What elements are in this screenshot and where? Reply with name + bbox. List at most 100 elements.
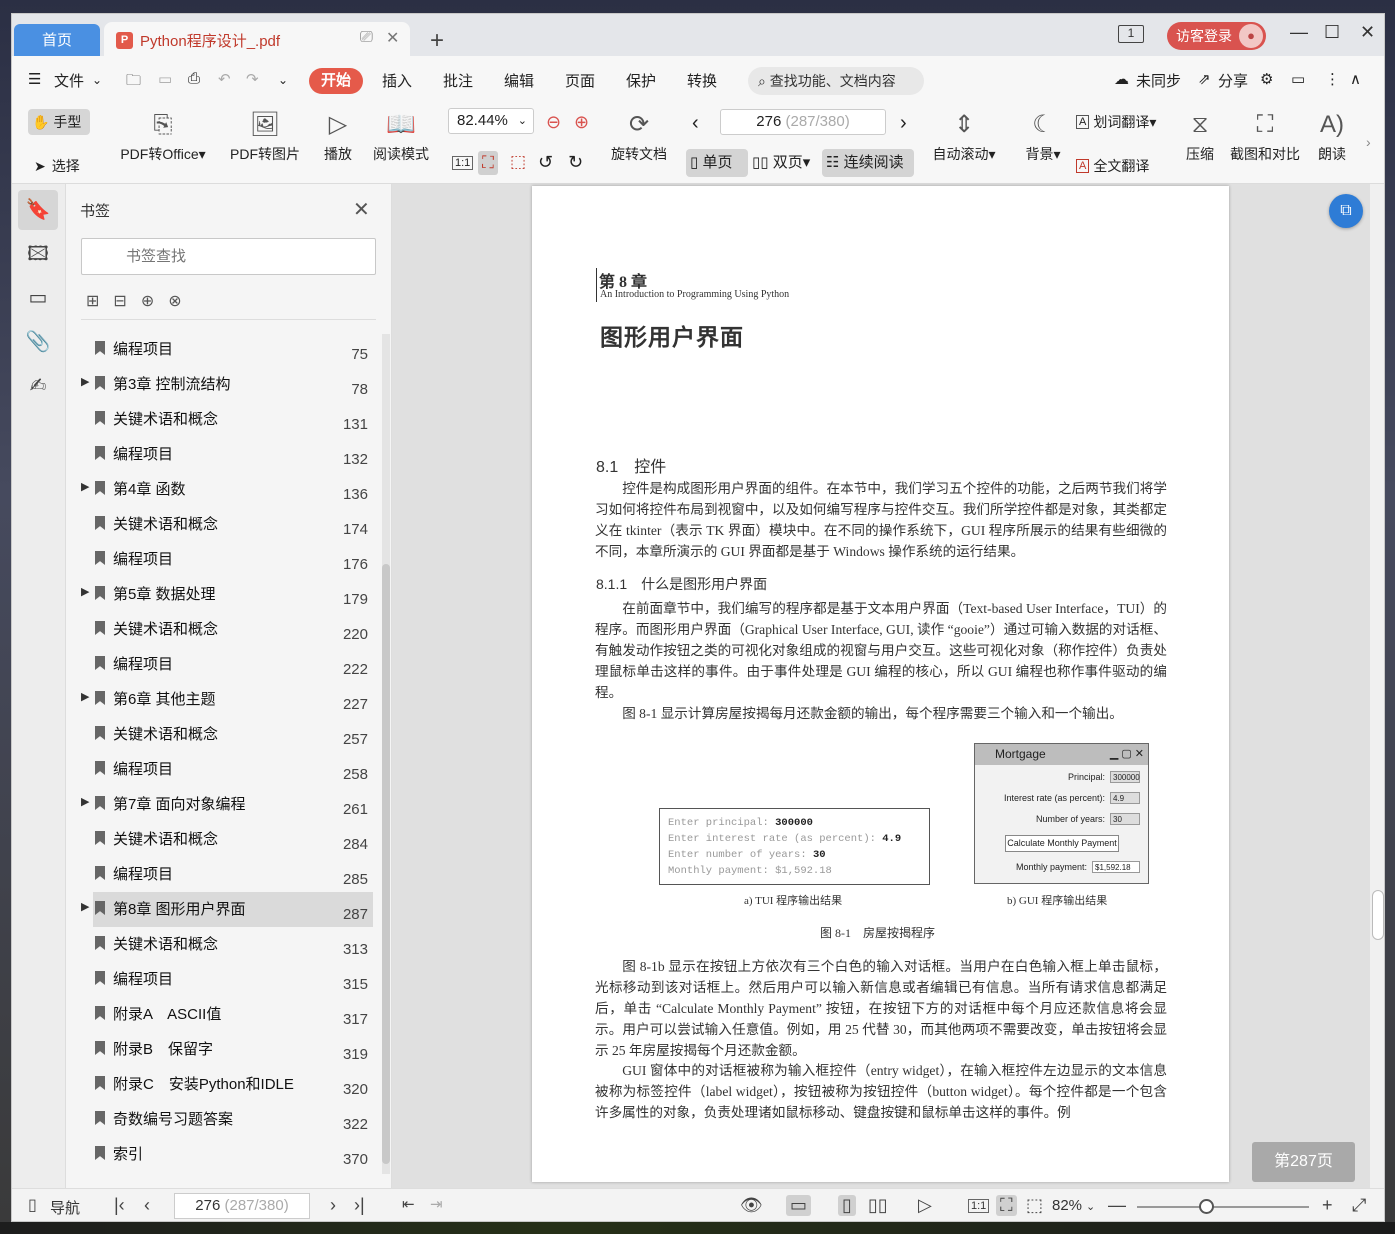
cloud-sync-icon[interactable]: ☁ (1114, 70, 1129, 88)
page-count-icon[interactable]: 1 (1118, 25, 1144, 43)
forward-icon[interactable]: ⇥ (430, 1195, 443, 1213)
pdf-to-office-button[interactable]: ⎘ PDF转Office▾ (114, 110, 212, 164)
rotate-document-button[interactable]: ⟳ 旋转文档 (606, 110, 672, 164)
menu-annotate[interactable]: 批注 (443, 70, 473, 91)
open-folder-icon[interactable]: 🗀 (126, 70, 141, 95)
rotate-left-icon[interactable]: ↺ (538, 152, 553, 173)
nav-button[interactable]: 导航 (50, 1197, 80, 1218)
play-button[interactable]: ▷ 播放 (318, 110, 358, 164)
bookmark-item[interactable]: ▶ 第4章 函数 136 (66, 472, 382, 507)
bookmark-item[interactable]: 关键术语和概念 220 (66, 612, 382, 647)
expand-arrow-icon[interactable]: ▶ (81, 585, 89, 598)
eye-protect-icon[interactable]: 👁 (740, 1195, 763, 1216)
zoom-out-icon[interactable]: ⊖ (546, 112, 561, 133)
ribbon-scroll-right-icon[interactable]: › (1366, 134, 1371, 150)
hand-tool-button[interactable]: ✋ 手型 (28, 109, 90, 135)
zoom-in-icon[interactable]: + (1322, 1195, 1333, 1216)
function-search[interactable]: ⌕ 查找功能、文档内容 (748, 67, 924, 95)
new-tab-button[interactable]: + (430, 27, 444, 55)
fit-width-icon[interactable]: ⬚ (1026, 1195, 1043, 1216)
expand-arrow-icon[interactable]: ▶ (81, 690, 89, 703)
more-vertical-icon[interactable]: ⋮ (1325, 70, 1340, 88)
read-aloud-button[interactable]: A) 朗读 (1312, 110, 1352, 164)
expand-arrow-icon[interactable]: ▶ (81, 900, 89, 913)
actual-size-icon[interactable]: 1:1 (452, 156, 474, 170)
bookmark-item[interactable]: 奇数编号习题答案 322 (66, 1102, 382, 1137)
minimize-icon[interactable]: — (1290, 22, 1308, 43)
menu-edit[interactable]: 编辑 (504, 70, 534, 91)
document-scrollbar-thumb[interactable] (1372, 890, 1384, 940)
next-page-icon[interactable]: › (900, 112, 907, 135)
document-scrollbar-track[interactable] (1370, 184, 1384, 1188)
expand-arrow-icon[interactable]: ▶ (81, 795, 89, 808)
bookmark-item[interactable]: 关键术语和概念 257 (66, 717, 382, 752)
single-page-view-icon[interactable]: ▭ (786, 1195, 812, 1216)
panel-scrollbar-thumb[interactable] (382, 564, 390, 1164)
bookmark-item[interactable]: 编程项目 315 (66, 962, 382, 997)
bookmark-item[interactable]: ▶ 第7章 面向对象编程 261 (66, 787, 382, 822)
sync-status[interactable]: 未同步 (1136, 70, 1181, 91)
nav-panel-icon[interactable]: ▯ (28, 1195, 37, 1215)
comment-icon[interactable]: ▭ (1291, 70, 1305, 88)
next-page-icon[interactable]: › (330, 1195, 336, 1216)
bookmark-item[interactable]: 编程项目 222 (66, 647, 382, 682)
expand-arrow-icon[interactable]: ▶ (81, 375, 89, 388)
select-tool-button[interactable]: ➤ 选择 (34, 156, 80, 176)
close-window-icon[interactable]: ✕ (1360, 22, 1375, 43)
comment-panel-icon[interactable]: ▭ (18, 278, 58, 318)
menu-start[interactable]: 开始 (309, 68, 363, 94)
guest-login-button[interactable]: 访客登录 ● (1167, 22, 1266, 50)
status-page-input[interactable]: 276 (287/380) (174, 1193, 310, 1219)
auto-scroll-button[interactable]: ⇕ 自动滚动▾ (928, 110, 1000, 164)
zoom-in-icon[interactable]: ⊕ (574, 112, 589, 133)
fullscreen-icon[interactable]: ⤢ (1352, 1195, 1366, 1216)
hamburger-menu-icon[interactable]: ☰ (28, 70, 41, 88)
read-mode-button[interactable]: 📖 阅读模式 (368, 110, 434, 164)
collapse-ribbon-icon[interactable]: ∧ (1350, 70, 1361, 88)
collapse-all-icon[interactable]: ⊟ (113, 291, 126, 311)
page-number-input[interactable]: 276 (287/380) (720, 109, 886, 135)
continuous-view-icon[interactable]: ▯ (838, 1195, 856, 1216)
float-action-icon[interactable]: ⧉ (1329, 194, 1363, 228)
bookmark-item[interactable]: 关键术语和概念 284 (66, 822, 382, 857)
bookmark-item[interactable]: 关键术语和概念 313 (66, 927, 382, 962)
back-icon[interactable]: ⇤ (402, 1195, 415, 1213)
fit-page-icon[interactable]: ⛶ (478, 151, 498, 175)
bookmark-item[interactable]: ▶ 第5章 数据处理 179 (66, 577, 382, 612)
bookmark-item[interactable]: 编程项目 285 (66, 857, 382, 892)
play-icon[interactable]: ▷ (918, 1195, 932, 1216)
save-icon[interactable]: ▭ (158, 70, 172, 88)
bookmark-item[interactable]: 关键术语和概念 174 (66, 507, 382, 542)
single-page-button[interactable]: ▯ 单页 (686, 149, 748, 177)
background-button[interactable]: ☾ 背景▾ (1018, 110, 1068, 164)
bookmark-item[interactable]: 编程项目 75 (66, 332, 382, 367)
last-page-icon[interactable]: ›| (354, 1195, 365, 1216)
menu-protect[interactable]: 保护 (626, 70, 656, 91)
zoom-out-icon[interactable]: — (1108, 1195, 1126, 1216)
bookmark-panel-icon[interactable]: 🔖 (18, 190, 58, 230)
tab-home[interactable]: 首页 (14, 24, 100, 58)
maximize-icon[interactable]: ☐ (1324, 22, 1340, 43)
expand-all-icon[interactable]: ⊞ (86, 291, 99, 311)
bookmark-item[interactable]: 编程项目 176 (66, 542, 382, 577)
share-button[interactable]: 分享 (1218, 70, 1248, 91)
first-page-icon[interactable]: |‹ (114, 1195, 125, 1216)
screenshot-compare-button[interactable]: ⛶ 截图和对比 (1226, 110, 1304, 164)
continuous-read-button[interactable]: ☷ 连续阅读 (822, 149, 914, 177)
thumbnail-icon[interactable]: 🖾 (18, 234, 58, 274)
delete-bookmark-icon[interactable]: ⊗ (168, 291, 181, 311)
fit-page-icon[interactable]: ⛶ (996, 1195, 1017, 1216)
monitor-icon[interactable]: ⎚ (360, 29, 373, 47)
share-icon[interactable]: ⇗ (1198, 70, 1211, 88)
zoom-select[interactable]: 82.44% ⌄ (448, 108, 534, 134)
signature-icon[interactable]: ✍ (18, 366, 58, 406)
bookmark-item[interactable]: 索引 370 (66, 1137, 382, 1172)
chevron-down-icon[interactable]: ⌄ (1086, 1200, 1095, 1213)
settings-gear-icon[interactable]: ⚙ (1260, 70, 1273, 88)
bookmark-item[interactable]: ▶ 第8章 图形用户界面 287 (66, 892, 382, 927)
zoom-slider-knob[interactable] (1199, 1199, 1214, 1214)
compress-button[interactable]: ⧖ 压缩 (1180, 110, 1220, 164)
undo-icon[interactable]: ↶ (218, 70, 231, 88)
attachment-icon[interactable]: 📎 (18, 322, 58, 362)
close-tab-icon[interactable]: ✕ (386, 28, 399, 48)
